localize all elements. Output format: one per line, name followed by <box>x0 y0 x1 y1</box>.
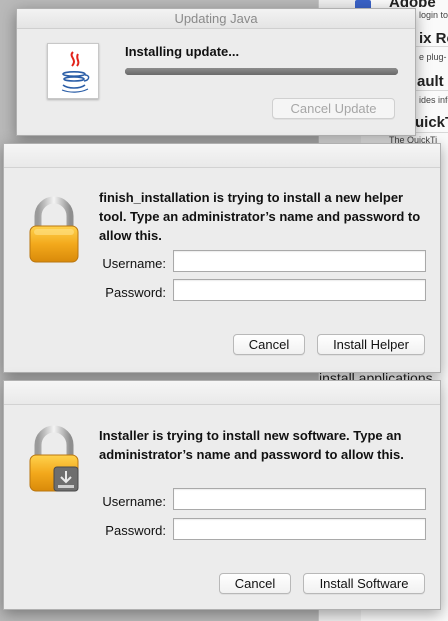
java-icon <box>47 43 99 99</box>
bg-text: ix Re <box>419 30 448 47</box>
bg-text: login to d <box>419 10 448 20</box>
lock-icon <box>28 196 80 264</box>
java-update-window: Updating Java Installing update... Cance… <box>16 8 416 136</box>
password-field[interactable] <box>173 518 426 540</box>
password-label: Password: <box>105 523 166 538</box>
username-field[interactable] <box>173 250 426 272</box>
bg-text: e plug- <box>419 52 447 62</box>
install-status-label: Installing update... <box>125 44 240 59</box>
bg-text: ides info <box>419 95 448 105</box>
installer-auth-dialog: Installer is trying to install new softw… <box>3 380 441 610</box>
cancel-button[interactable]: Cancel <box>233 334 305 355</box>
window-title: Updating Java <box>17 9 415 29</box>
bg-text: uickTi <box>415 114 448 131</box>
install-helper-button[interactable]: Install Helper <box>317 334 425 355</box>
username-label: Username: <box>102 256 166 271</box>
username-field[interactable] <box>173 488 426 510</box>
cancel-button[interactable]: Cancel <box>219 573 291 594</box>
bg-text: ault <box>417 73 444 90</box>
helper-auth-dialog: finish_installation is trying to install… <box>3 143 441 373</box>
dialog-titlebar <box>4 381 440 405</box>
progress-fill <box>125 68 398 75</box>
install-software-button[interactable]: Install Software <box>303 573 425 594</box>
username-label: Username: <box>102 494 166 509</box>
update-progress-bar <box>125 68 398 75</box>
cancel-update-button[interactable]: Cancel Update <box>272 98 395 119</box>
dialog-titlebar <box>4 144 440 168</box>
helper-message: finish_installation is trying to install… <box>99 190 421 243</box>
installer-lock-icon <box>28 425 80 493</box>
password-field[interactable] <box>173 279 426 301</box>
installer-message: Installer is trying to install new softw… <box>99 428 404 462</box>
password-label: Password: <box>105 285 166 300</box>
